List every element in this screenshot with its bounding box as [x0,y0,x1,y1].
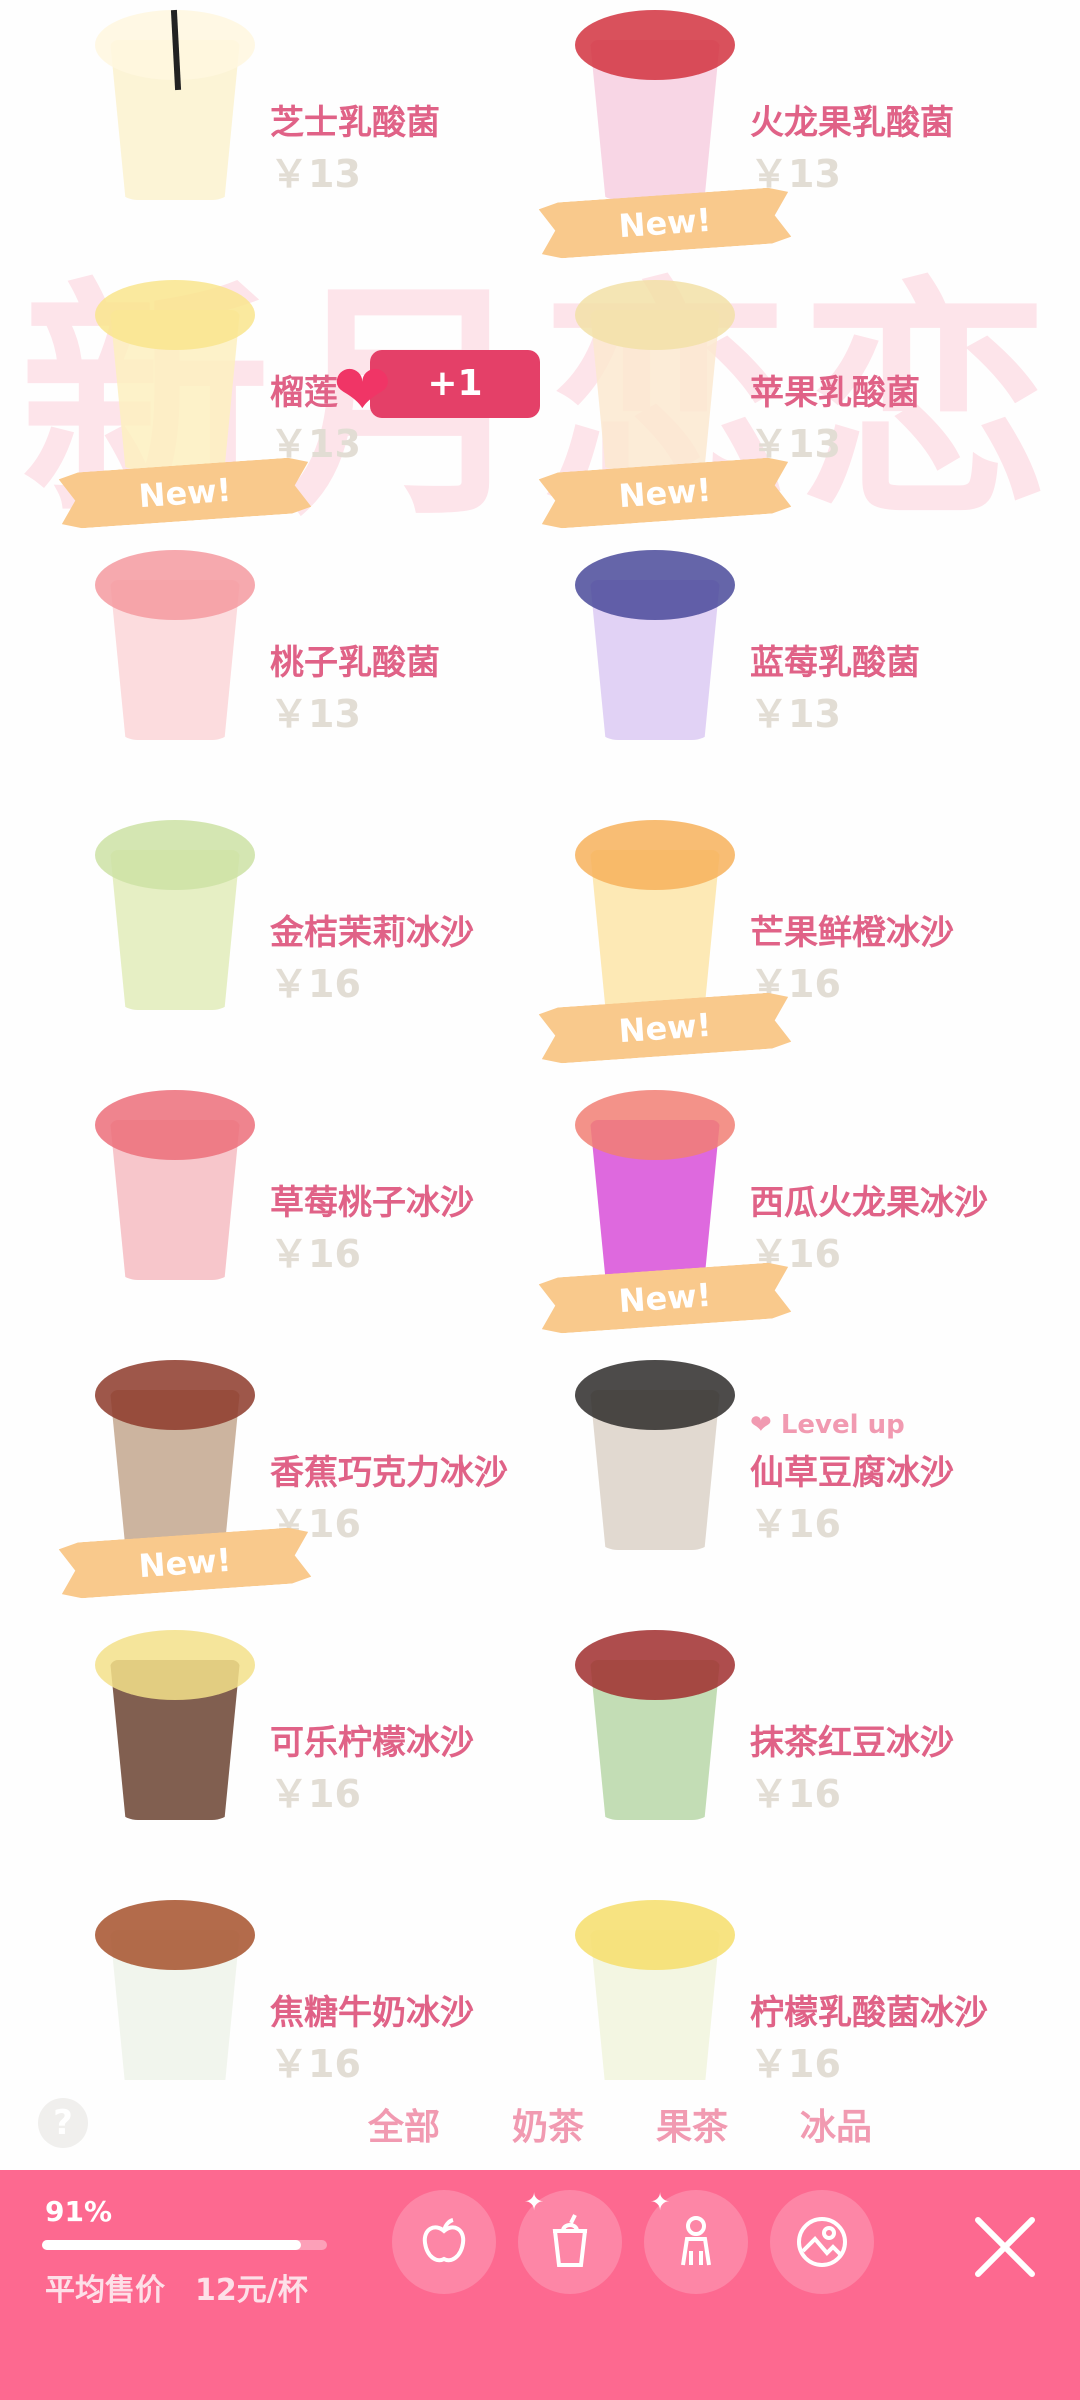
product-name: 火龙果乳酸菌 [750,103,954,143]
drink-topping-image [95,820,255,890]
drink-topping-image [95,1360,255,1430]
product-price: ￥16 [750,1772,841,1816]
product-name: 蓝莓乳酸菌 [750,643,920,683]
product-price: ￥16 [270,962,361,1006]
product-card[interactable]: ❤ Level up 仙草豆腐冰沙 ￥16 [520,1350,1000,1600]
level-up-text: Level up [780,1410,905,1440]
product-price: ￥13 [270,152,361,196]
heart-icon: ❤ [333,349,392,431]
product-card[interactable]: 芒果鲜橙冰沙 ￥16 New! [520,810,1000,1060]
product-price: ￥16 [270,1772,361,1816]
product-name: 金桔茉莉冰沙 [270,913,474,953]
filter-fruit-tea[interactable]: 果茶 [656,2098,728,2150]
heart-icon: ❤ [750,1410,781,1440]
help-icon[interactable]: ? [38,2098,88,2148]
progress-bar-fill [42,2240,302,2250]
drink-cup-icon [552,2214,588,2267]
drink-topping-image [575,550,735,620]
product-price: ￥13 [750,692,841,736]
product-name: 仙草豆腐冰沙 [750,1453,954,1493]
product-card[interactable]: 抹茶红豆冰沙 ￥16 [520,1620,1000,1870]
product-card[interactable]: 火龙果乳酸菌 ￥13 New! [520,0,1000,250]
drink-topping-image [575,10,735,80]
product-card[interactable]: 金桔茉莉冰沙 ￥16 [40,810,520,1060]
product-name: 西瓜火龙果冰沙 [750,1183,988,1223]
product-name: 桃子乳酸菌 [270,643,440,683]
product-price: ￥16 [270,2042,361,2080]
product-card[interactable]: 蓝莓乳酸菌 ￥13 [520,540,1000,790]
product-name: 芝士乳酸菌 [270,103,440,143]
filter-all[interactable]: 全部 [368,2098,440,2150]
average-price: 平均售价 12元/杯 [45,2265,338,2309]
product-card[interactable]: 桃子乳酸菌 ￥13 [40,540,520,790]
close-icon[interactable] [970,2212,1040,2282]
drink-topping-image [575,820,735,890]
product-name: 香蕉巧克力冰沙 [270,1453,508,1493]
product-card[interactable]: 可乐柠檬冰沙 ￥16 [40,1620,520,1870]
product-name: 抹茶红豆冰沙 [750,1723,954,1763]
new-ribbon: New! [58,1526,311,1599]
drink-topping-image [95,1900,255,1970]
product-card[interactable]: 香蕉巧克力冰沙 ￥16 New! [40,1350,520,1600]
plus-one-popup: +1 [370,350,540,418]
image-icon [797,2217,847,2267]
product-name: 苹果乳酸菌 [750,373,920,413]
average-price-value: 12元/杯 [195,2273,308,2308]
drink-topping-image [575,1360,735,1430]
product-card[interactable]: 芝士乳酸菌 ￥13 [40,0,520,250]
filter-milk-tea[interactable]: 奶茶 [512,2098,584,2150]
apple-icon [422,2218,466,2263]
new-ribbon: New! [538,456,791,529]
sparkle-icon: ✦ [650,2188,671,2216]
drink-topping-image [95,1630,255,1700]
progress-percent: 91% [45,2195,113,2228]
product-card[interactable]: 草莓桃子冰沙 ￥16 [40,1080,520,1330]
product-card[interactable]: 苹果乳酸菌 ￥13 New! [520,270,1000,520]
drink-topping-image [95,280,255,350]
filter-ice[interactable]: 冰品 [800,2098,872,2150]
apple-button[interactable] [392,2190,496,2294]
drink-topping-image [575,280,735,350]
person-icon [681,2216,711,2266]
bottom-action-bar: 91% 平均售价 12元/杯 ✦ ✦ [0,2170,1080,2400]
product-price: ￥16 [750,1502,841,1546]
new-ribbon: New! [538,991,791,1064]
product-price: ￥13 [270,692,361,736]
category-filter-bar: ? 全部 奶茶 果茶 冰品 [0,2080,1080,2170]
product-card[interactable]: 西瓜火龙果冰沙 ￥16 New! [520,1080,1000,1330]
drink-topping-image [95,550,255,620]
product-price: ￥16 [750,2042,841,2080]
product-name: 焦糖牛奶冰沙 [270,1993,474,2033]
new-ribbon: New! [58,456,311,529]
progress-bar [42,2240,327,2250]
product-price: ￥16 [270,1232,361,1276]
drink-topping-image [575,1090,735,1160]
level-up-label: ❤ Level up [750,1410,905,1440]
product-name: 榴莲 [270,373,338,413]
product-card[interactable]: 焦糖牛奶冰沙 ￥16 [40,1890,520,2080]
gallery-button[interactable] [770,2190,874,2294]
new-ribbon: New! [538,186,791,259]
sparkle-icon: ✦ [524,2188,545,2216]
product-grid: 芝士乳酸菌 ￥13 火龙果乳酸菌 ￥13 New! 榴莲 ￥13 New! 苹果… [0,0,1080,2080]
product-name: 草莓桃子冰沙 [270,1183,474,1223]
drink-topping-image [575,1630,735,1700]
drink-topping-image [575,1900,735,1970]
average-price-label: 平均售价 [45,2273,165,2308]
product-name: 柠檬乳酸菌冰沙 [750,1993,988,2033]
new-ribbon: New! [538,1261,791,1334]
product-name: 可乐柠檬冰沙 [270,1723,474,1763]
drink-topping-image [95,1090,255,1160]
product-card[interactable]: 柠檬乳酸菌冰沙 ￥16 [520,1890,1000,2080]
product-name: 芒果鲜橙冰沙 [750,913,954,953]
